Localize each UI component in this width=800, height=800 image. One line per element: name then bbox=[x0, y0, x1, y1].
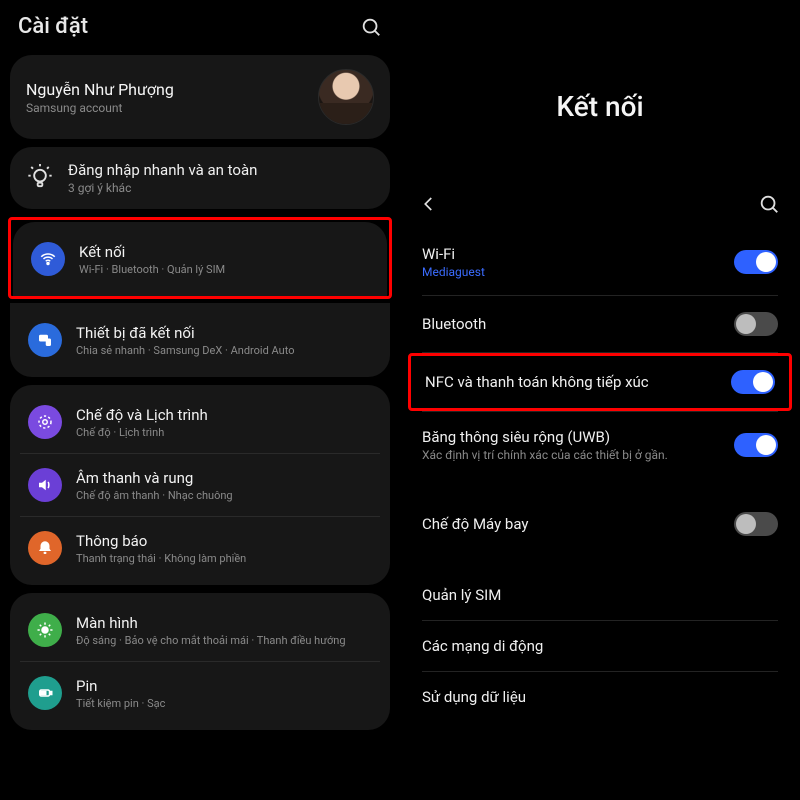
back-icon[interactable] bbox=[420, 195, 438, 213]
row-title: Quản lý SIM bbox=[422, 586, 501, 604]
avatar[interactable] bbox=[318, 69, 374, 125]
row-sub: Độ sáng · Bảo vệ cho mắt thoải mái · Tha… bbox=[76, 634, 346, 647]
highlight-nfc: NFC và thanh toán không tiếp xúc bbox=[408, 353, 792, 411]
page-title: Kết nối bbox=[400, 90, 800, 123]
connections-toolbar bbox=[400, 183, 800, 229]
bluetooth-toggle[interactable] bbox=[734, 312, 778, 336]
account-name: Nguyễn Như Phượng bbox=[26, 80, 174, 99]
row-mobile-networks[interactable]: Các mạng di động bbox=[402, 621, 798, 671]
row-sub: Chế độ · Lịch trình bbox=[76, 426, 208, 439]
quick-sub: 3 gợi ý khác bbox=[68, 181, 257, 195]
row-wifi[interactable]: Wi-Fi Mediaguest bbox=[402, 229, 798, 295]
battery-icon bbox=[28, 676, 62, 710]
row-title: Chế độ Máy bay bbox=[422, 515, 528, 533]
row-sound[interactable]: Âm thanh và rung Chế độ âm thanh · Nhạc … bbox=[20, 453, 380, 516]
row-sub: Mediaguest bbox=[422, 265, 485, 279]
row-sub: Tiết kiệm pin · Sạc bbox=[76, 697, 165, 710]
row-sim[interactable]: Quản lý SIM bbox=[402, 570, 798, 620]
row-title: Các mạng di động bbox=[422, 637, 543, 655]
quick-title: Đăng nhập nhanh và an toàn bbox=[68, 161, 257, 179]
nfc-toggle[interactable] bbox=[731, 370, 775, 394]
row-title: Bluetooth bbox=[422, 315, 486, 333]
row-title: Màn hình bbox=[76, 614, 346, 632]
row-modes[interactable]: Chế độ và Lịch trình Chế độ · Lịch trình bbox=[20, 391, 380, 453]
row-title: NFC và thanh toán không tiếp xúc bbox=[425, 373, 649, 391]
row-title: Thông báo bbox=[76, 532, 246, 550]
brightness-icon bbox=[28, 613, 62, 647]
page-title: Cài đặt bbox=[18, 14, 88, 39]
account-sub: Samsung account bbox=[26, 101, 174, 115]
row-airplane[interactable]: Chế độ Máy bay bbox=[402, 496, 798, 552]
row-notifications[interactable]: Thông báo Thanh trạng thái · Không làm p… bbox=[20, 516, 380, 579]
uwb-toggle[interactable] bbox=[734, 433, 778, 457]
row-title: Băng thông siêu rộng (UWB) bbox=[422, 428, 668, 446]
settings-screen: Cài đặt Nguyễn Như Phượng Samsung accoun… bbox=[0, 0, 400, 800]
account-card[interactable]: Nguyễn Như Phượng Samsung account bbox=[10, 55, 390, 139]
row-title: Thiết bị đã kết nối bbox=[76, 324, 295, 342]
row-sub: Xác định vị trí chính xác của các thiết … bbox=[422, 448, 668, 462]
row-connections[interactable]: Kết nối Wi-Fi · Bluetooth · Quản lý SIM bbox=[23, 228, 377, 290]
modes-icon bbox=[28, 405, 62, 439]
row-title: Wi-Fi bbox=[422, 245, 485, 263]
highlight-connections: Kết nối Wi-Fi · Bluetooth · Quản lý SIM bbox=[8, 217, 392, 299]
settings-header: Cài đặt bbox=[0, 0, 400, 47]
row-title: Chế độ và Lịch trình bbox=[76, 406, 208, 424]
row-sub: Wi-Fi · Bluetooth · Quản lý SIM bbox=[79, 263, 225, 276]
row-title: Âm thanh và rung bbox=[76, 469, 233, 487]
row-battery[interactable]: Pin Tiết kiệm pin · Sạc bbox=[20, 661, 380, 724]
connections-screen: Kết nối Wi-Fi Mediaguest Bluetooth NFC v… bbox=[400, 0, 800, 800]
row-sub: Thanh trạng thái · Không làm phiền bbox=[76, 552, 246, 565]
row-uwb[interactable]: Băng thông siêu rộng (UWB) Xác định vị t… bbox=[402, 412, 798, 478]
row-data-usage[interactable]: Sử dụng dữ liệu bbox=[402, 672, 798, 722]
bell-icon bbox=[28, 531, 62, 565]
row-bluetooth[interactable]: Bluetooth bbox=[402, 296, 798, 352]
row-nfc[interactable]: NFC và thanh toán không tiếp xúc bbox=[411, 356, 789, 408]
row-display[interactable]: Màn hình Độ sáng · Bảo vệ cho mắt thoải … bbox=[20, 599, 380, 661]
airplane-toggle[interactable] bbox=[734, 512, 778, 536]
wifi-toggle[interactable] bbox=[734, 250, 778, 274]
quick-login-card[interactable]: Đăng nhập nhanh và an toàn 3 gợi ý khác bbox=[10, 147, 390, 209]
lightbulb-icon bbox=[26, 164, 54, 192]
search-icon[interactable] bbox=[360, 16, 382, 38]
connections-hero: Kết nối bbox=[400, 0, 800, 183]
row-title: Sử dụng dữ liệu bbox=[422, 688, 526, 706]
row-connected-devices[interactable]: Thiết bị đã kết nối Chia sẻ nhanh · Sams… bbox=[20, 309, 380, 371]
search-icon[interactable] bbox=[758, 193, 780, 215]
row-title: Pin bbox=[76, 677, 165, 695]
row-sub: Chế độ âm thanh · Nhạc chuông bbox=[76, 489, 233, 502]
devices-icon bbox=[28, 323, 62, 357]
sound-icon bbox=[28, 468, 62, 502]
wifi-icon bbox=[31, 242, 65, 276]
row-sub: Chia sẻ nhanh · Samsung DeX · Android Au… bbox=[76, 344, 295, 357]
row-title: Kết nối bbox=[79, 243, 225, 261]
connections-list: Wi-Fi Mediaguest Bluetooth NFC và thanh … bbox=[400, 229, 800, 722]
